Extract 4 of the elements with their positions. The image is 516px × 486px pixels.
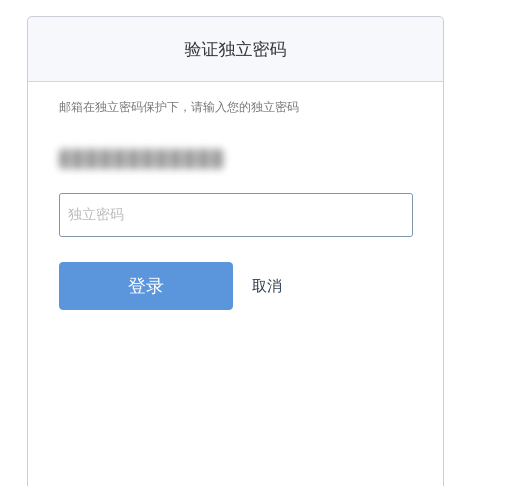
description-text: 邮箱在独立密码保护下，请输入您的独立密码: [59, 99, 300, 116]
cancel-link[interactable]: 取消: [252, 276, 282, 296]
password-field[interactable]: 独立密码: [59, 193, 413, 237]
dialog-title: 验证独立密码: [184, 38, 286, 60]
